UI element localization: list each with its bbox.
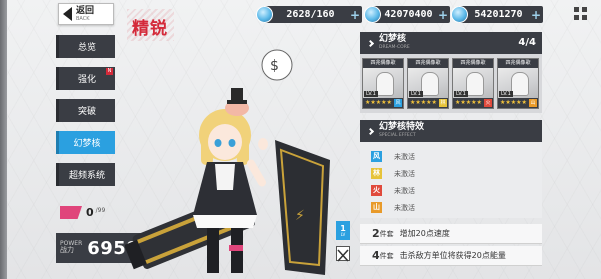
core-element-tag: 火 [484,99,492,107]
dream-core-count: 4/4 [518,37,536,48]
core-level: LV.1 [409,91,423,97]
effect-element-tag: 风 [371,151,382,162]
resource-crystal: 42070400 + [364,6,450,23]
dream-core-card[interactable]: 四兆偶像歌 LV.1 ★★★★★ 山 [497,58,539,109]
page-title: 精锐 [132,19,168,39]
back-button[interactable]: 返回 BACK [58,3,114,25]
level-badge: 1 LV [336,221,350,240]
svg-text:$: $ [270,58,279,74]
core-level: LV.1 [454,91,468,97]
home-grid-icon[interactable] [574,7,588,21]
effect-row: 山 未激活 [360,199,542,216]
affection-max: /99 [95,207,106,214]
effect-status: 未激活 [394,186,415,195]
speech-bubble-icon: $ [261,49,293,81]
menu-item-label: 突破 [77,107,96,117]
dream-core-card[interactable]: 四兆偶像歌 LV.1 ★★★★★ 火 [452,58,494,109]
affection-value: 0 [86,206,94,219]
menu-item-enhance[interactable]: 强化 N [56,67,115,90]
back-arrow-icon [63,7,72,21]
expand-icon [337,249,349,262]
core-element-tag: 山 [529,99,537,107]
chevron-icon [366,127,375,135]
menu-item-dream-core[interactable]: 幻梦核 [56,131,115,154]
core-name: 四兆偶像歌 [363,59,403,68]
fullscreen-button[interactable] [336,246,350,262]
resource-diamond-value: 54201270 [474,9,523,20]
diamond-icon [451,6,468,23]
special-effect-subtitle: SPECIAL EFFECT [379,133,416,139]
core-name: 四兆偶像歌 [498,59,538,68]
core-name: 四兆偶像歌 [408,59,448,68]
menu-item-label: 总览 [77,43,96,53]
back-label-en: BACK [76,15,90,22]
side-menu: 总览 强化 N 突破 幻梦核 超频系统 [56,35,115,195]
chevron-icon [366,39,375,47]
dream-core-title: 幻梦核 [379,34,407,45]
power-labels: POWER 战力 [56,240,82,255]
core-element-tag: 林 [439,99,447,107]
effect-status: 未激活 [394,152,415,161]
add-diamond-button[interactable]: + [529,8,543,22]
affection-row: 0 /99 [60,206,105,219]
set-unit: 件套 [379,229,394,238]
resource-diamond: 54201270 + [451,6,543,23]
effect-element-tag: 山 [371,202,382,213]
add-crystal-button[interactable]: + [436,8,450,22]
power-label-cn: 战力 [60,246,74,255]
core-name: 四兆偶像歌 [453,59,493,68]
resource-gem: 2628/160 + [256,6,362,23]
new-badge: N [106,68,113,75]
set-description: 击杀敌方单位将获得20点能量 [399,251,506,260]
add-gem-button[interactable]: + [348,8,362,22]
menu-item-overview[interactable]: 总览 [56,35,115,58]
set-count: 4 [372,249,380,262]
set-count: 2 [372,227,380,240]
set-description: 增加20点速度 [399,229,450,238]
back-button-label: 返回 BACK [76,5,95,22]
effect-status: 未激活 [394,169,415,178]
dream-core-card[interactable]: 四兆偶像歌 LV.1 ★★★★★ 风 [362,58,404,109]
dream-core-slots: 四兆偶像歌 LV.1 ★★★★★ 风 四兆偶像歌 LV.1 ★★★★★ 林 四兆… [360,54,542,113]
core-element-tag: 风 [394,99,402,107]
special-effect-panel: 幻梦核特效 SPECIAL EFFECT 风 未激活 林 未激活 火 未激活 山… [360,120,542,218]
back-label-cn: 返回 [76,5,95,16]
dream-core-header: 幻梦核 DREAM-CORE 4/4 [360,32,542,54]
level-label: LV [340,231,346,237]
resource-gem-value: 2628/160 [286,9,335,20]
effect-list: 风 未激活 林 未激活 火 未激活 山 未激活 [360,142,542,218]
effect-row: 风 未激活 [360,148,542,165]
core-level: LV.1 [364,91,378,97]
set-bonus-row: 2 件套 增加20点速度 [360,224,542,244]
effect-row: 林 未激活 [360,165,542,182]
set-bonus-row: 4 件套 击杀敌方单位将获得20点能量 [360,246,542,266]
effect-element-tag: 林 [371,168,382,179]
dream-core-subtitle: DREAM-CORE [379,45,410,51]
special-effect-header: 幻梦核特效 SPECIAL EFFECT [360,120,542,142]
core-level: LV.1 [499,91,513,97]
affection-heart-icon [60,206,82,219]
character-illustration: $ ⚡ [125,49,330,275]
menu-item-label: 强化 [77,75,96,85]
effect-element-tag: 火 [371,185,382,196]
effect-status: 未激活 [394,203,415,212]
resource-crystal-value: 42070400 [384,9,433,20]
left-edge-bar [0,0,7,279]
gem-icon [256,6,273,23]
menu-item-label: 超频系统 [68,171,105,181]
dream-core-panel: 幻梦核 DREAM-CORE 4/4 四兆偶像歌 LV.1 ★★★★★ 风 四兆… [360,32,542,113]
menu-item-overclock[interactable]: 超频系统 [56,163,115,186]
special-effect-title: 幻梦核特效 [379,122,425,133]
effect-row: 火 未激活 [360,182,542,199]
shield-icon: ⚡ [275,140,330,275]
menu-item-label: 幻梦核 [73,139,101,149]
crystal-icon [364,6,381,23]
dream-core-card[interactable]: 四兆偶像歌 LV.1 ★★★★★ 林 [407,58,449,109]
svg-text:⚡: ⚡ [295,208,305,224]
menu-item-breakthrough[interactable]: 突破 [56,99,115,122]
set-unit: 件套 [379,251,394,260]
